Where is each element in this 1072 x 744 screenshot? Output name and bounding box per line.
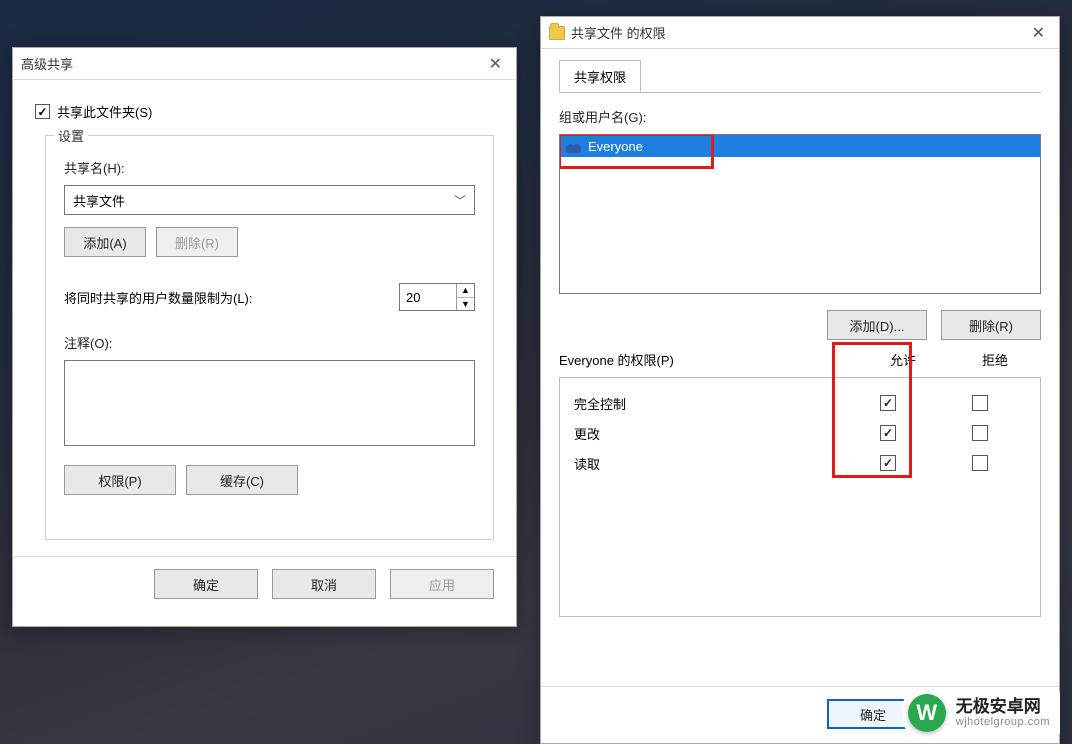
adv-share-buttons: 确定 取消 应用: [13, 556, 516, 615]
tab-share-permissions[interactable]: 共享权限: [559, 60, 641, 92]
perm-title: 共享文件 的权限: [571, 23, 1026, 42]
remove-share-button: 删除(R): [156, 227, 238, 257]
share-name-value: 共享文件: [73, 191, 125, 210]
settings-group-label: 设置: [54, 126, 88, 145]
col-deny-header: 拒绝: [949, 350, 1041, 369]
permissions-for-label: Everyone 的权限(P): [559, 350, 857, 369]
share-name-combo[interactable]: 共享文件 ﹀: [64, 185, 475, 215]
chevron-down-icon: ﹀: [454, 192, 466, 209]
brand-logo-icon: W: [908, 694, 946, 732]
brand-badge: W 无极安卓网 wjhotelgroup.com: [902, 690, 1060, 736]
cache-button[interactable]: 缓存(C): [186, 465, 298, 495]
brand-name: 无极安卓网: [956, 698, 1050, 717]
adv-share-title: 高级共享: [21, 54, 483, 73]
spinner-up-icon[interactable]: ▲: [457, 284, 474, 298]
user-everyone[interactable]: Everyone: [560, 135, 1040, 157]
users-listbox[interactable]: Everyone: [559, 134, 1041, 294]
permissions-dialog: 共享文件 的权限 ✕ 共享权限 组或用户名(G): Everyone 添加(D)…: [540, 16, 1060, 744]
remove-user-button[interactable]: 删除(R): [941, 310, 1041, 340]
spinner-down-icon[interactable]: ▼: [457, 298, 474, 311]
adv-share-titlebar: 高级共享 ✕: [13, 48, 516, 80]
user-limit-value: 20: [400, 284, 456, 310]
cancel-button[interactable]: 取消: [272, 569, 376, 599]
perm-titlebar: 共享文件 的权限 ✕: [541, 17, 1059, 49]
folder-icon: [549, 26, 565, 40]
brand-domain: wjhotelgroup.com: [956, 716, 1050, 728]
permissions-button[interactable]: 权限(P): [64, 465, 176, 495]
tabs: 共享权限: [559, 59, 1041, 93]
share-folder-checkbox-row[interactable]: ✓ 共享此文件夹(S): [35, 102, 494, 121]
deny-modify-checkbox[interactable]: [972, 425, 988, 441]
allow-full-checkbox[interactable]: ✓: [880, 395, 896, 411]
user-limit-label: 将同时共享的用户数量限制为(L):: [64, 288, 253, 307]
comment-label: 注释(O):: [64, 333, 475, 352]
perm-row-modify: 更改 ✓: [574, 418, 1026, 448]
perm-row-read: 读取 ✓: [574, 448, 1026, 478]
deny-read-checkbox[interactable]: [972, 455, 988, 471]
share-name-label: 共享名(H):: [64, 158, 475, 177]
allow-read-checkbox[interactable]: ✓: [880, 455, 896, 471]
user-everyone-label: Everyone: [588, 139, 643, 154]
permissions-table: 完全控制 ✓ 更改 ✓ 读取 ✓: [559, 377, 1041, 617]
allow-modify-checkbox[interactable]: ✓: [880, 425, 896, 441]
close-icon[interactable]: ✕: [1026, 21, 1051, 45]
apply-button: 应用: [390, 569, 494, 599]
group-users-label: 组或用户名(G):: [559, 107, 1041, 126]
deny-full-checkbox[interactable]: [972, 395, 988, 411]
share-folder-label: 共享此文件夹(S): [57, 102, 152, 121]
user-limit-spinner[interactable]: 20 ▲ ▼: [399, 283, 475, 311]
close-icon[interactable]: ✕: [483, 52, 508, 76]
comment-textarea[interactable]: [64, 360, 475, 446]
add-share-button[interactable]: 添加(A): [64, 227, 146, 257]
col-allow-header: 允许: [857, 350, 949, 369]
perm-row-full-control: 完全控制 ✓: [574, 388, 1026, 418]
settings-group: 设置 共享名(H): 共享文件 ﹀ 添加(A) 删除(R) 将同时共享的用户数量…: [45, 135, 494, 540]
spinner-arrows[interactable]: ▲ ▼: [456, 284, 474, 310]
add-user-button[interactable]: 添加(D)...: [827, 310, 927, 340]
share-folder-checkbox[interactable]: ✓: [35, 104, 50, 119]
ok-button[interactable]: 确定: [154, 569, 258, 599]
advanced-sharing-dialog: 高级共享 ✕ ✓ 共享此文件夹(S) 设置 共享名(H): 共享文件 ﹀ 添加(…: [12, 47, 517, 627]
people-icon: [566, 139, 582, 153]
